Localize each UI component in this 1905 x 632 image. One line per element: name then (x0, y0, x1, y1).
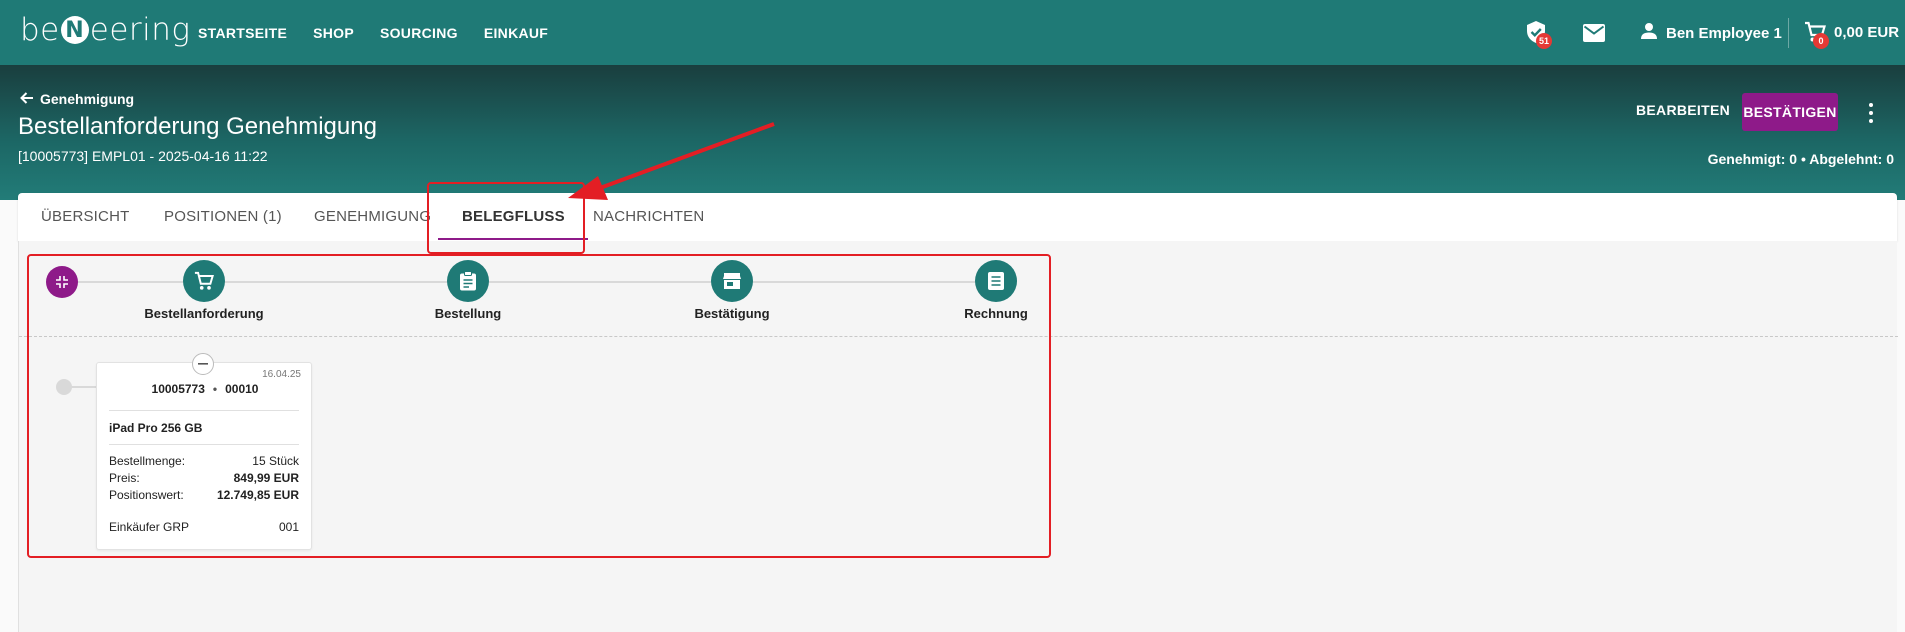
approval-check-icon[interactable]: 51 (1524, 20, 1553, 49)
nav-shop[interactable]: SHOP (313, 25, 354, 41)
stage-label-bestaetigung: Bestätigung (694, 306, 770, 321)
more-vert-icon[interactable] (1862, 103, 1880, 123)
page-header: Genehmigung Bestellanforderung Genehmigu… (0, 65, 1905, 200)
row-value: 849,99 EUR (233, 471, 299, 485)
stage-rechnung[interactable] (975, 260, 1017, 302)
logo-text-right: eering (89, 12, 191, 48)
tab-belegfluss[interactable]: BELEGFLUSS (462, 208, 565, 225)
tab-uebersicht[interactable]: ÜBERSICHT (41, 208, 129, 225)
stage-divider (19, 336, 1898, 337)
tab-genehmigung[interactable]: GENEHMIGUNG (314, 208, 431, 225)
nav-sourcing[interactable]: SOURCING (380, 25, 458, 41)
page-subtitle: [10005773] EMPL01 - 2025-04-16 11:22 (18, 148, 268, 164)
main-nav: STARTSEITE SHOP SOURCING EINKAUF (198, 0, 574, 65)
row-value: 001 (278, 520, 299, 534)
document-icon (988, 272, 1004, 290)
stage-label-bestellung: Bestellung (434, 306, 502, 321)
user-menu[interactable]: Ben Employee 1 (1640, 22, 1782, 44)
row-label: Preis: (109, 471, 140, 485)
tab-nachrichten[interactable]: NACHRICHTEN (593, 208, 704, 225)
top-header: be N eering STARTSEITE SHOP SOURCING EIN… (0, 0, 1905, 65)
item-identifier: 10005773 • 00010 (97, 382, 313, 396)
stage-label-bestellanforderung: Bestellanforderung (144, 306, 264, 321)
edit-button[interactable]: BEARBEITEN (1636, 102, 1730, 118)
collapse-item-button[interactable] (192, 353, 214, 375)
nav-einkauf[interactable]: EINKAUF (484, 25, 548, 41)
card-divider (109, 444, 299, 445)
collapse-toggle-button[interactable] (46, 266, 78, 298)
item-doc-number: 10005773 (151, 382, 205, 396)
row-label: Bestellmenge: (109, 454, 186, 468)
page-title: Bestellanforderung Genehmigung (18, 113, 377, 140)
row-label: Positionswert: (109, 488, 184, 502)
cart-icon (194, 271, 214, 290)
benneering-logo[interactable]: be N eering (20, 12, 191, 48)
minus-icon (198, 363, 208, 365)
item-date: 16.04.25 (262, 369, 301, 380)
stage-bestaetigung[interactable] (711, 260, 753, 302)
approval-counts: Genehmigt: 0 • Abgelehnt: 0 (1707, 151, 1894, 167)
item-card[interactable]: 16.04.25 10005773 • 00010 iPad Pro 256 GB … (96, 353, 313, 550)
item-name: iPad Pro 256 GB (109, 421, 203, 435)
collapse-icon (56, 276, 68, 288)
logo-text-left: be (20, 12, 60, 48)
stage-label-rechnung: Rechnung (964, 306, 1028, 321)
user-icon (1640, 22, 1658, 44)
tab-bar: ÜBERSICHT POSITIONEN (1) GENEHMIGUNG BEL… (18, 193, 1897, 241)
cart-icon[interactable]: 0 (1803, 20, 1829, 49)
cart-total[interactable]: 0,00 EUR (1834, 24, 1899, 41)
back-label: Genehmigung (40, 91, 135, 107)
item-row-price: Preis: 849,99 EUR (109, 471, 299, 485)
header-divider (1788, 18, 1789, 48)
item-row-position-value: Positionswert: 12.749,85 EUR (109, 488, 299, 502)
logo-mark: N (60, 16, 89, 44)
clipboard-icon (460, 271, 476, 291)
confirm-button[interactable]: BESTÄTIGEN (1742, 93, 1838, 131)
item-node (56, 379, 72, 395)
user-name: Ben Employee 1 (1666, 24, 1782, 42)
item-row-quantity: Bestellmenge: 15 Stück (109, 454, 299, 468)
active-tab-indicator (438, 238, 588, 240)
stage-bestellanforderung[interactable] (183, 260, 225, 302)
bullet-separator: • (212, 382, 218, 396)
tab-positionen[interactable]: POSITIONEN (1) (164, 208, 282, 225)
back-link[interactable]: Genehmigung (20, 91, 134, 107)
mail-icon[interactable] (1582, 21, 1606, 45)
item-row-buyer-group: Einkäufer GRP 001 (109, 520, 299, 534)
item-position: 00010 (225, 382, 259, 396)
cart-badge: 0 (1813, 33, 1829, 49)
row-value: 12.749,85 EUR (216, 488, 299, 502)
row-value: 15 Stück (252, 454, 299, 468)
arrow-left-icon (20, 91, 34, 107)
nav-startseite[interactable]: STARTSEITE (198, 25, 287, 41)
row-label: Einkäufer GRP (109, 520, 190, 534)
store-icon (723, 273, 741, 289)
stage-bestellung[interactable] (447, 260, 489, 302)
approvals-badge: 51 (1536, 33, 1553, 49)
card-divider (109, 410, 299, 411)
